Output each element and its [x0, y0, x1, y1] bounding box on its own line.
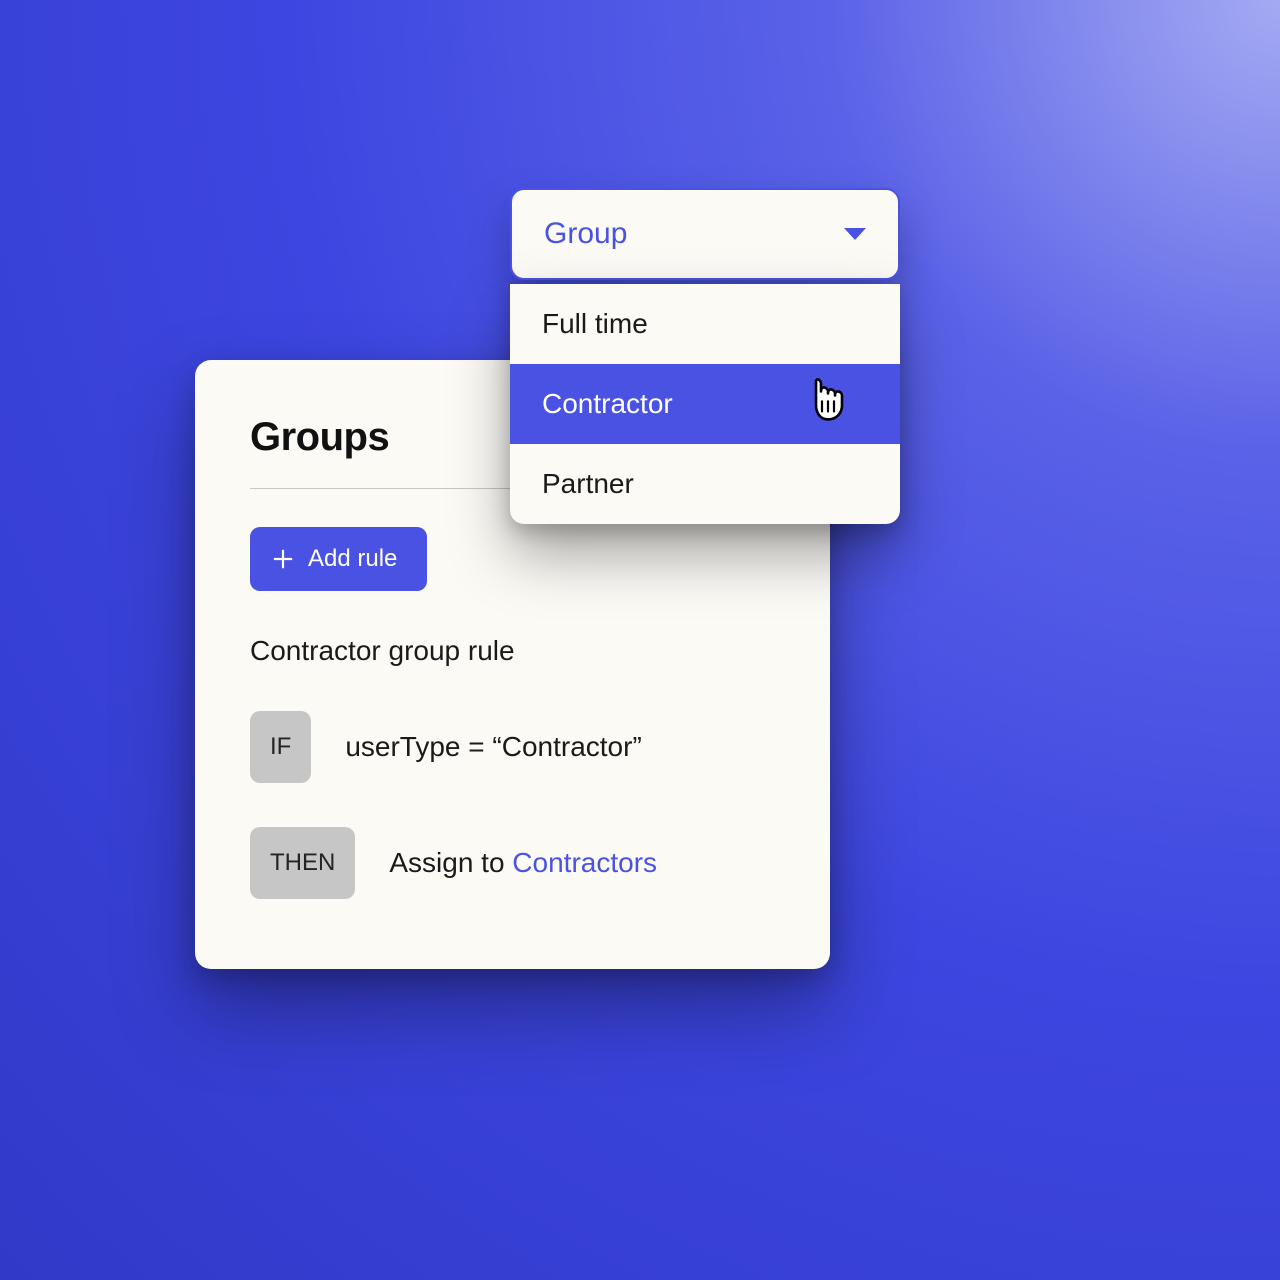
then-badge: THEN	[250, 827, 355, 899]
rule-title: Contractor group rule	[250, 635, 775, 667]
then-row: THEN Assign to Contractors	[250, 827, 775, 899]
chevron-down-icon	[844, 228, 866, 240]
then-expression: Assign to Contractors	[389, 847, 657, 879]
add-rule-label: Add rule	[308, 545, 397, 573]
menu-item-full-time[interactable]: Full time	[510, 284, 900, 364]
plus-icon	[272, 548, 294, 570]
menu-item-contractor-label: Contractor	[542, 388, 673, 419]
pointer-cursor-icon	[802, 375, 850, 427]
if-expression: userType = “Contractor”	[345, 731, 641, 763]
group-dropdown-menu: Full time Contractor Partner	[510, 284, 900, 524]
menu-item-partner[interactable]: Partner	[510, 444, 900, 524]
group-select[interactable]: Group	[510, 188, 900, 280]
then-prefix: Assign to	[389, 847, 512, 878]
contractors-link[interactable]: Contractors	[512, 847, 657, 878]
add-rule-button[interactable]: Add rule	[250, 527, 427, 591]
group-select-label: Group	[544, 217, 627, 251]
if-row: IF userType = “Contractor”	[250, 711, 775, 783]
menu-item-contractor[interactable]: Contractor	[510, 364, 900, 444]
if-badge: IF	[250, 711, 311, 783]
